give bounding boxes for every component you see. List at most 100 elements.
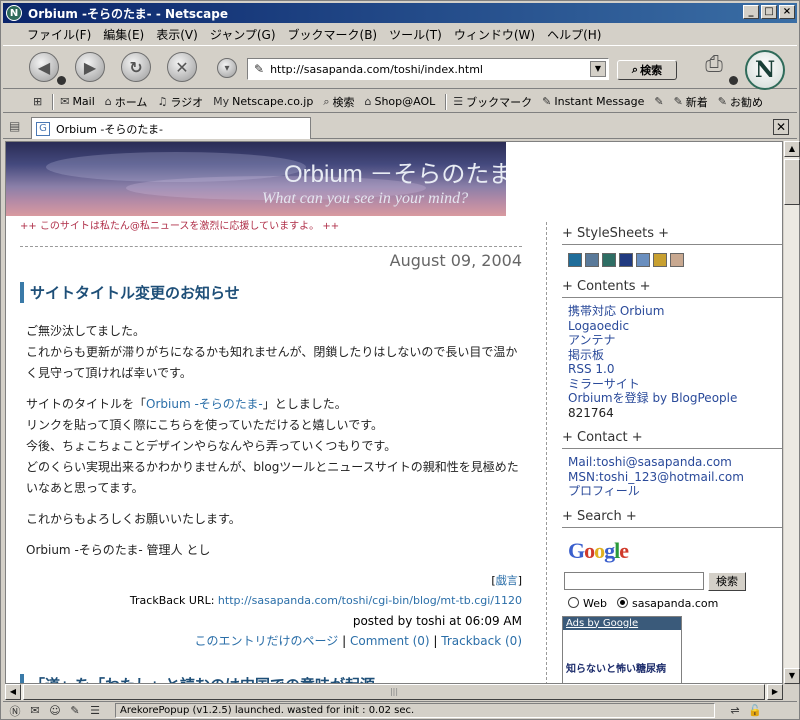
bookmarks-icon: ☰ bbox=[453, 95, 464, 108]
toolbar-item-search[interactable]: ⌕ 検索 bbox=[323, 94, 354, 110]
radio-site[interactable]: sasapanda.com bbox=[616, 596, 719, 610]
horizontal-scrollbar[interactable]: ◀ ||| ▶ bbox=[5, 684, 783, 700]
permalink-link[interactable]: このエントリだけのページ bbox=[195, 634, 339, 648]
toolbar-item-home[interactable]: ⌂ ホーム bbox=[105, 94, 148, 110]
menu-bar: ファイル(F) 編集(E) 表示(V) ジャンプ(G) ブックマーク(B) ツー… bbox=[3, 24, 797, 44]
scroll-down-icon[interactable]: ▼ bbox=[784, 668, 800, 684]
url-input[interactable] bbox=[270, 62, 591, 76]
style-swatch-2[interactable] bbox=[585, 253, 599, 267]
favicon-icon: G bbox=[36, 121, 50, 136]
url-dropdown-icon[interactable]: ▼ bbox=[590, 61, 606, 77]
composer-icon[interactable]: ✎ bbox=[67, 704, 83, 717]
print-icon[interactable]: ⎙ bbox=[699, 52, 729, 82]
scroll-thumb[interactable] bbox=[784, 159, 800, 205]
toolbar-item-netscape[interactable]: My Netscape.co.jp bbox=[213, 95, 313, 108]
close-tab-icon[interactable]: ✕ bbox=[773, 119, 789, 135]
menu-view[interactable]: 表示(V) bbox=[150, 26, 204, 43]
google-search-button[interactable]: 検索 bbox=[708, 571, 746, 591]
back-button[interactable]: ◀ bbox=[29, 52, 59, 82]
toolbar-item-panel[interactable]: ⊞ bbox=[33, 95, 42, 108]
contents-link-rss[interactable]: RSS 1.0 bbox=[568, 362, 782, 377]
back-dropdown-icon[interactable] bbox=[57, 76, 66, 85]
scroll-left-icon[interactable]: ◀ bbox=[5, 684, 21, 700]
toolbar-item-new[interactable]: ✎ 新着 bbox=[674, 94, 708, 110]
toolbar-item-label: Instant Message bbox=[554, 95, 645, 108]
radio-label: sasapanda.com bbox=[631, 596, 719, 610]
menu-edit[interactable]: 編集(E) bbox=[97, 26, 150, 43]
toolbar-item-label: お勧め bbox=[730, 95, 764, 109]
menu-file[interactable]: ファイル(F) bbox=[21, 26, 97, 43]
address-book-icon[interactable]: ☰ bbox=[87, 704, 103, 717]
print-dropdown-icon[interactable] bbox=[729, 76, 738, 85]
forward-button[interactable]: ▶ bbox=[75, 52, 105, 82]
scroll-up-icon[interactable]: ▲ bbox=[784, 141, 800, 157]
url-history-icon[interactable]: ▾ bbox=[217, 58, 237, 78]
ads-by-google-link[interactable]: Ads by Google bbox=[563, 616, 681, 630]
reload-button[interactable]: ↻ bbox=[121, 52, 151, 82]
trackback-url-link[interactable]: http://sasapanda.com/toshi/cgi-bin/blog/… bbox=[218, 594, 522, 607]
profile-link[interactable]: プロフィール bbox=[568, 484, 782, 499]
search-button[interactable]: ⌕ 検索 bbox=[617, 60, 677, 80]
category-link[interactable]: 戯言 bbox=[496, 574, 518, 587]
close-icon[interactable]: × bbox=[779, 5, 795, 19]
promo-text[interactable]: ++ このサイトは私たん@私ニュースを激烈に応援していますよ。 ++ bbox=[20, 217, 339, 232]
contents-link-bbs[interactable]: 掲示板 bbox=[568, 348, 782, 363]
security-lock-icon[interactable]: 🔓 bbox=[747, 704, 763, 717]
divider bbox=[20, 246, 522, 247]
style-swatch-6[interactable] bbox=[653, 253, 667, 267]
toolbar-item-unnamed[interactable]: ✎ bbox=[654, 95, 663, 108]
menu-help[interactable]: ヘルプ(H) bbox=[541, 26, 607, 43]
style-swatch-7[interactable] bbox=[670, 253, 684, 267]
style-swatch-4[interactable] bbox=[619, 253, 633, 267]
netscape-logo[interactable]: N bbox=[745, 50, 785, 90]
menu-tools[interactable]: ツール(T) bbox=[383, 26, 448, 43]
toolbar-item-shop[interactable]: ⌂ Shop@AOL bbox=[364, 95, 435, 108]
site-banner[interactable]: Orbium －そらのたま－ What can you see in your … bbox=[6, 142, 506, 216]
style-swatch-5[interactable] bbox=[636, 253, 650, 267]
stop-button[interactable]: ✕ bbox=[167, 52, 197, 82]
contents-link-mobile[interactable]: 携帯対応 Orbium bbox=[568, 304, 782, 319]
toolbar-item-recommended[interactable]: ✎ お勧め bbox=[718, 94, 763, 110]
toolbar-item-mail[interactable]: ✉ Mail bbox=[60, 95, 95, 108]
toolbar-item-label: 新着 bbox=[685, 95, 708, 109]
mail-status-icon[interactable]: ✉ bbox=[27, 704, 43, 717]
ad-link[interactable]: 知らないと怖い糖尿病 bbox=[563, 660, 681, 675]
contact-list: Mail:toshi@sasapanda.com MSN:toshi_123@h… bbox=[568, 455, 782, 499]
instant-message-icon[interactable]: ☺ bbox=[47, 704, 63, 717]
menu-go[interactable]: ジャンプ(G) bbox=[204, 26, 282, 43]
style-swatch-3[interactable] bbox=[602, 253, 616, 267]
vertical-scrollbar[interactable]: ▲ ▼ bbox=[783, 141, 800, 684]
maximize-icon[interactable]: □ bbox=[761, 5, 777, 19]
comment-link[interactable]: Comment (0) bbox=[350, 634, 430, 648]
toolbar-item-label: 検索 bbox=[332, 95, 355, 109]
trackback-link[interactable]: Trackback (0) bbox=[441, 634, 522, 648]
scroll-right-icon[interactable]: ▶ bbox=[767, 684, 783, 700]
minimize-icon[interactable]: _ bbox=[743, 5, 759, 19]
paragraph: ご無沙汰してました。 これからも更新が滞りがちになるかも知れませんが、閉鎖したり… bbox=[26, 321, 522, 384]
url-bar[interactable]: ✎ ▼ bbox=[247, 58, 609, 80]
site-title-link[interactable]: Orbium -そらのたま- bbox=[146, 397, 263, 411]
contents-link-antenna[interactable]: アンテナ bbox=[568, 333, 782, 348]
bookmark-link-icon: ✎ bbox=[654, 95, 664, 108]
netscape-app-icon[interactable]: N bbox=[6, 5, 22, 21]
tab-orbium[interactable]: G Orbium -そらのたま- bbox=[31, 117, 311, 139]
contents-link-logaoedic[interactable]: Logaoedic bbox=[568, 319, 782, 334]
contents-link-mirror[interactable]: ミラーサイト bbox=[568, 377, 782, 392]
radio-web[interactable]: Web bbox=[568, 596, 607, 610]
toolbar-item-radio[interactable]: ♫ ラジオ bbox=[157, 94, 203, 110]
menu-bookmarks[interactable]: ブックマーク(B) bbox=[282, 26, 384, 43]
toolbar-item-bookmarks[interactable]: ☰ ブックマーク bbox=[453, 94, 532, 110]
toolbar-item-instant-message[interactable]: ✎ Instant Message bbox=[542, 95, 644, 108]
contact-msn-link[interactable]: MSN:toshi_123@hotmail.com bbox=[568, 470, 782, 485]
google-search-input[interactable] bbox=[564, 571, 704, 590]
title-bar[interactable]: N Orbium -そらのたま- - Netscape _ □ × bbox=[3, 3, 797, 23]
scroll-thumb-horizontal[interactable]: ||| bbox=[23, 684, 765, 700]
style-swatch-1[interactable] bbox=[568, 253, 582, 267]
google-logo[interactable]: Google bbox=[568, 538, 782, 564]
contents-link-blogpeople[interactable]: Orbiumを登録 by BlogPeople bbox=[568, 391, 782, 406]
menu-window[interactable]: ウィンドウ(W) bbox=[448, 26, 541, 43]
netscape-status-icon[interactable]: Ⓝ bbox=[7, 703, 23, 719]
contact-mail-link[interactable]: Mail:toshi@sasapanda.com bbox=[568, 455, 782, 470]
toolbar-item-label: ブックマーク bbox=[466, 95, 533, 109]
new-tab-icon[interactable]: ▤ bbox=[9, 119, 20, 133]
